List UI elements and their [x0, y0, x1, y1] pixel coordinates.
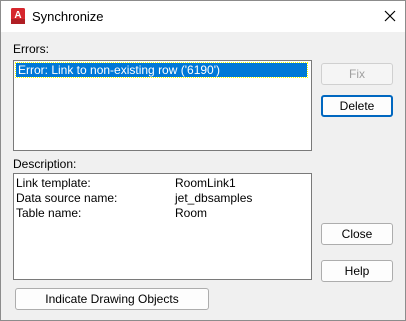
autocad-app-icon: A [11, 8, 25, 24]
data-source-value: jet_dbsamples [175, 191, 253, 205]
description-label: Description: [13, 157, 77, 171]
close-icon[interactable] [381, 7, 399, 25]
svg-text:A: A [14, 10, 21, 21]
indicate-drawing-objects-button[interactable]: Indicate Drawing Objects [15, 288, 209, 310]
delete-button[interactable]: Delete [321, 95, 393, 117]
close-button[interactable]: Close [321, 223, 393, 245]
synchronize-dialog: A Synchronize Errors: Error: Link to non… [0, 0, 406, 321]
fix-button[interactable]: Fix [321, 63, 393, 85]
errors-label: Errors: [13, 42, 49, 56]
link-template-value: RoomLink1 [175, 176, 236, 190]
table-name-key: Table name: [16, 206, 82, 220]
list-item[interactable]: Error: Link to non-existing row ('6190') [15, 62, 308, 78]
window-title: Synchronize [32, 9, 104, 24]
help-button[interactable]: Help [321, 260, 393, 282]
link-template-key: Link template: [16, 176, 91, 190]
title-bar: A Synchronize [1, 1, 405, 32]
data-source-key: Data source name: [16, 191, 118, 205]
errors-listbox[interactable]: Error: Link to non-existing row ('6190') [13, 60, 312, 151]
description-box: Link template: RoomLink1 Data source nam… [13, 173, 312, 280]
table-name-value: Room [175, 206, 208, 220]
